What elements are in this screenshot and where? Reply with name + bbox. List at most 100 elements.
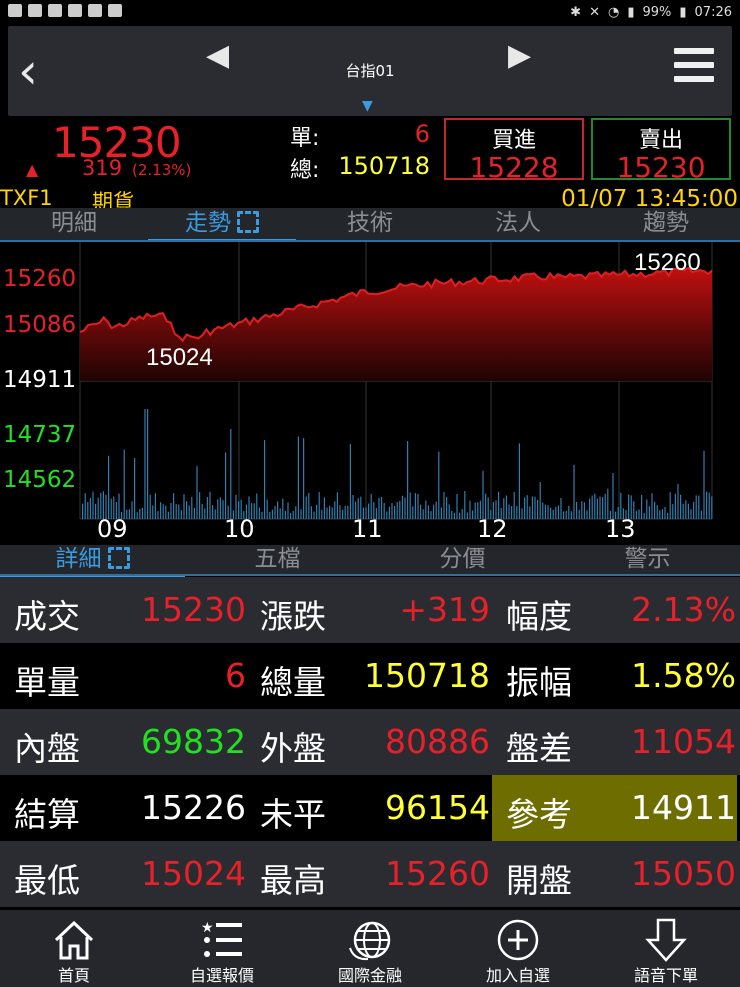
nav-international[interactable]: 國際金融 [296, 910, 444, 987]
tab-trend[interactable]: 走勢 [148, 208, 296, 242]
sell-price: 15230 [616, 151, 706, 184]
back-icon[interactable]: ‹ [18, 46, 38, 96]
globe-icon [349, 921, 391, 961]
price-change: 319 [82, 156, 123, 180]
volume-bar [144, 409, 146, 519]
volume-bar [274, 506, 276, 519]
chart-high-label: 15260 [634, 249, 701, 276]
volume-bar [563, 511, 565, 519]
intraday-chart[interactable]: 15260 15024 15260 15086 14911 14737 1456… [0, 242, 740, 545]
volume-bar [193, 507, 195, 519]
volume-bar [386, 511, 388, 519]
volume-bar [700, 510, 702, 519]
mute-icon: ✕ [589, 5, 600, 20]
volume-bar [680, 494, 682, 519]
volume-bar [672, 504, 674, 519]
volume-bar [472, 510, 474, 519]
chart-low-label: 15024 [146, 344, 213, 371]
grid-value: 15260 [385, 854, 490, 893]
volume-bar [396, 502, 398, 519]
grid-label: 結算 [14, 795, 80, 834]
tab-price-volume[interactable]: 分價 [370, 545, 555, 576]
main-tabs: 明細 走勢 技術 法人 趨勢 [0, 208, 740, 242]
volume-bar [292, 510, 294, 519]
volume-bar [219, 497, 221, 519]
volume-bar [287, 502, 289, 519]
grid-label: 內盤 [14, 729, 80, 768]
grid-value: 96154 [385, 788, 490, 827]
grid-label: 幅度 [506, 597, 572, 636]
volume-bar [183, 494, 185, 519]
fullscreen-icon[interactable] [237, 210, 259, 233]
notification-icons [8, 4, 122, 17]
grid-row: 結算 15226 未平 96154 參考 14911 [0, 775, 740, 841]
volume-bar [526, 495, 528, 519]
nav-watchlist[interactable]: ★ 自選報價 [148, 910, 296, 987]
quote-datetime: 01/07 13:45:00 [561, 186, 738, 208]
grid-value: 1.58% [631, 656, 736, 695]
tab-tendency[interactable]: 趨勢 [592, 208, 740, 241]
volume-bar [264, 440, 266, 519]
unit-volume: 6 [414, 120, 430, 148]
buy-button[interactable]: 買進 15228 [444, 118, 584, 182]
volume-bar [508, 504, 510, 519]
volume-bar [698, 495, 700, 519]
grid-value: 150718 [364, 656, 490, 695]
volume-bar [316, 504, 318, 519]
volume-bar [269, 511, 271, 519]
volume-bar [583, 502, 585, 519]
grid-row: 成交 15230 漲跌 +319 幅度 2.13% [0, 577, 740, 643]
play-icon [8, 4, 22, 17]
nav-home[interactable]: 首頁 [0, 910, 148, 987]
tab-institutional[interactable]: 法人 [444, 208, 592, 241]
tab-five-levels-label: 五檔 [254, 546, 301, 572]
volume-bar [82, 503, 84, 519]
tab-alerts[interactable]: 警示 [555, 545, 740, 576]
sell-button[interactable]: 賣出 15230 [591, 118, 731, 184]
tab-institutional-label: 法人 [495, 210, 541, 236]
tab-technical[interactable]: 技術 [296, 208, 444, 241]
nav-add-watchlist[interactable]: 加入自選 [444, 910, 592, 987]
tab-details[interactable]: 詳細 [0, 545, 185, 577]
volume-bar [407, 441, 409, 519]
grid-label: 單量 [14, 663, 80, 702]
y-label-3: 14911 [3, 367, 77, 393]
volume-bar [417, 493, 419, 519]
symbol-title[interactable]: 台指01 [308, 60, 432, 81]
volume-bar [339, 505, 341, 519]
grid-value: 15050 [631, 854, 736, 893]
fullscreen-icon[interactable] [107, 546, 130, 569]
grid-value: 80886 [385, 722, 490, 761]
nav-add-watchlist-label: 加入自選 [485, 966, 550, 985]
nav-voice-order[interactable]: 語音下單 [592, 910, 740, 987]
volume-bar [591, 495, 593, 519]
nav-voice-order-label: 語音下單 [633, 966, 698, 985]
nav-international-label: 國際金融 [337, 966, 402, 985]
grid-value: 11054 [631, 722, 736, 761]
volume-bar [542, 502, 544, 519]
dropdown-arrow-icon[interactable]: ▼ [362, 98, 373, 114]
svg-text:★: ★ [201, 920, 214, 936]
tab-detail-label: 明細 [51, 210, 97, 236]
volume-bars [82, 409, 713, 519]
tab-five-levels[interactable]: 五檔 [185, 545, 370, 576]
volume-bar [160, 502, 162, 519]
volume-bar [529, 506, 531, 519]
volume-bar [258, 507, 260, 519]
volume-bar [565, 510, 567, 519]
prev-symbol-icon[interactable]: ◀ [206, 38, 229, 73]
volume-bar [555, 506, 557, 519]
x-label-11: 11 [352, 515, 383, 543]
volume-bar [279, 508, 281, 519]
volume-bar [404, 497, 406, 519]
menu-icon[interactable] [674, 48, 714, 88]
total-volume-label: 總: [290, 158, 320, 183]
volume-bar [659, 510, 661, 519]
down-arrow-icon [645, 918, 687, 962]
volume-bar [266, 499, 268, 519]
next-symbol-icon[interactable]: ▶ [508, 38, 531, 73]
volume-bar [578, 509, 580, 519]
volume-bar [162, 504, 164, 519]
unit-volume-label: 單: [290, 126, 320, 151]
tab-detail[interactable]: 明細 [0, 208, 148, 241]
